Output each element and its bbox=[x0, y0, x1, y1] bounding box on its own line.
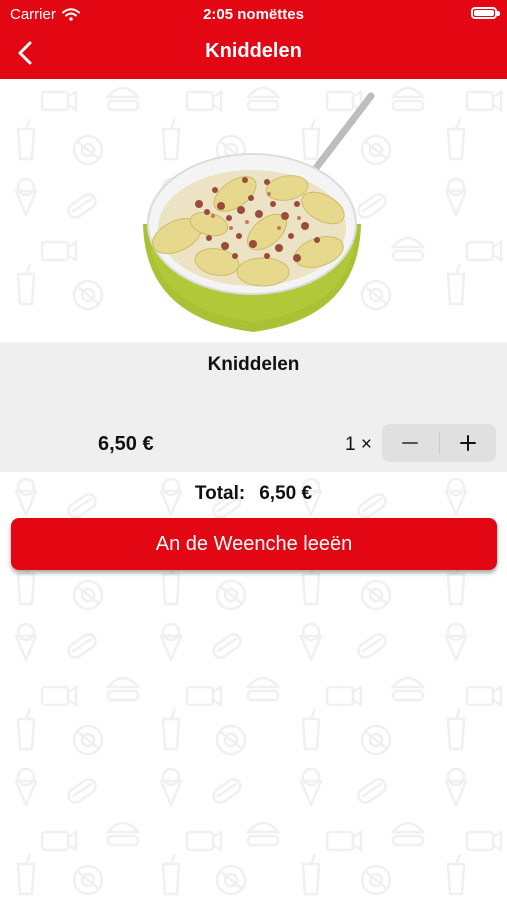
status-time: 2:05 nomëttes bbox=[203, 6, 304, 23]
total-label: Total: bbox=[194, 483, 246, 504]
battery-icon bbox=[471, 7, 500, 19]
product-info-panel: Kniddelen 6,50 € 1 × bbox=[0, 342, 507, 472]
plus-icon bbox=[459, 435, 476, 451]
status-bar: Carrier 2:05 nomëttes bbox=[0, 0, 507, 28]
product-detail-screen: Carrier 2:05 nomëttes Kniddelen Kniddele… bbox=[0, 0, 507, 900]
quantity-stepper bbox=[382, 424, 496, 462]
product-image-area bbox=[0, 79, 507, 343]
product-name: Kniddelen bbox=[207, 354, 300, 375]
page-title: Kniddelen bbox=[205, 40, 302, 62]
product-image bbox=[142, 92, 374, 332]
increment-button[interactable] bbox=[440, 424, 497, 462]
add-to-cart-button[interactable]: An de Weenche leeën bbox=[11, 518, 497, 570]
total-value: 6,50 € bbox=[259, 483, 313, 504]
total-row: Total: 6,50 € bbox=[0, 483, 507, 505]
navigation-bar: Kniddelen bbox=[0, 28, 507, 79]
product-price: 6,50 € bbox=[98, 433, 154, 455]
quantity-label: 1 × bbox=[345, 434, 372, 455]
decrement-button[interactable] bbox=[382, 424, 439, 462]
minus-icon bbox=[402, 442, 419, 444]
